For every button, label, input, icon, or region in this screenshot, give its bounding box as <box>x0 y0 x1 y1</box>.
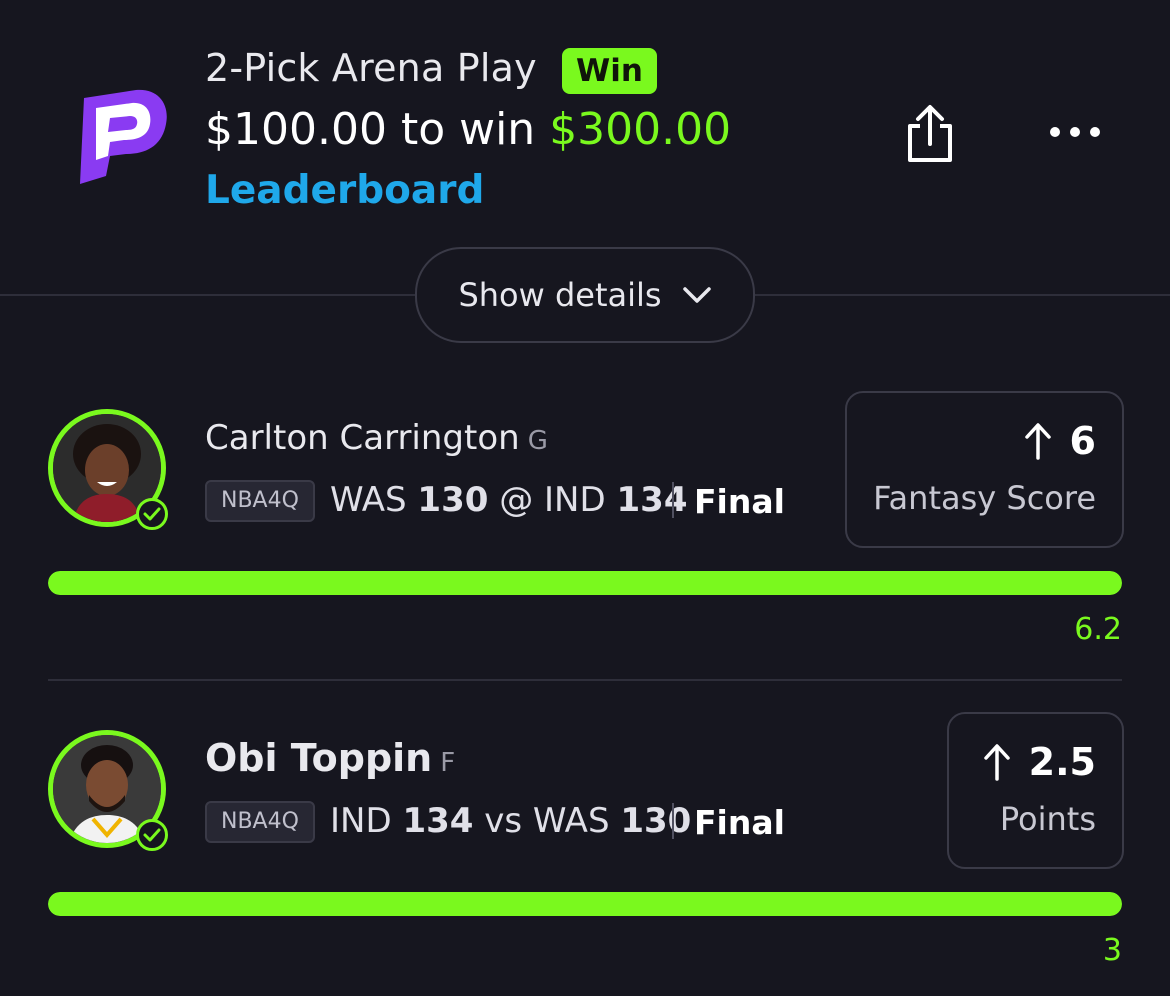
progress-bar <box>48 571 1122 595</box>
matchup-separator: @ <box>499 480 534 520</box>
stat-type: Points <box>999 800 1096 838</box>
game-status: Final <box>694 482 785 521</box>
actual-result: 6.2 <box>1074 612 1122 647</box>
projection-value: 2.5 <box>983 740 1096 784</box>
team-a: IND <box>330 801 392 841</box>
player-name-text: Obi Toppin <box>205 736 433 780</box>
progress-fill <box>48 892 1122 916</box>
score-b: 134 <box>616 480 688 520</box>
check-icon <box>136 819 168 851</box>
player-name-text: Carlton Carrington <box>205 418 520 458</box>
team-a: WAS <box>330 480 407 520</box>
wager-summary: $100.00 to win $300.00 <box>205 104 731 155</box>
game-score: IND 134 vs WAS 130 <box>330 801 691 841</box>
chevron-down-icon <box>682 287 711 303</box>
wager-text: $100.00 to win <box>205 104 550 155</box>
progress-bar <box>48 892 1122 916</box>
leaderboard-link[interactable]: Leaderboard <box>205 168 484 213</box>
projection-box: 2.5 Points <box>947 712 1124 869</box>
pick-divider <box>48 679 1122 681</box>
status-divider <box>672 482 674 518</box>
show-details-button[interactable]: Show details <box>415 247 755 343</box>
actual-result: 3 <box>1102 933 1122 968</box>
player-name: Carlton Carrington G <box>205 418 548 458</box>
game-status: Final <box>694 803 785 842</box>
player-position: F <box>440 748 456 778</box>
payout-amount: $300.00 <box>549 104 732 155</box>
player-position: G <box>527 426 548 456</box>
stat-type: Fantasy Score <box>873 479 1096 517</box>
share-icon[interactable] <box>902 104 958 164</box>
game-score: WAS 130 @ IND 134 <box>330 480 687 520</box>
team-b: IND <box>544 480 606 520</box>
arrow-up-icon <box>983 744 1010 781</box>
win-badge: Win <box>562 48 657 94</box>
team-b: WAS <box>532 801 610 841</box>
show-details-label: Show details <box>458 276 662 314</box>
projection-number: 2.5 <box>1028 740 1096 784</box>
status-divider <box>672 803 674 839</box>
projection-number: 6 <box>1069 419 1096 463</box>
check-icon <box>136 498 168 530</box>
projection-value: 6 <box>1024 419 1096 463</box>
more-options-icon[interactable] <box>1045 112 1105 152</box>
league-tag: NBA4Q <box>205 480 315 522</box>
league-tag: NBA4Q <box>205 801 315 843</box>
score-a: 134 <box>402 801 474 841</box>
progress-fill <box>48 571 1122 595</box>
player-name: Obi Toppin F <box>205 736 455 780</box>
score-b: 130 <box>620 801 692 841</box>
arrow-up-icon <box>1024 423 1051 460</box>
projection-box: 6 Fantasy Score <box>845 391 1124 548</box>
matchup-separator: vs <box>484 801 523 841</box>
prizepicks-logo <box>80 89 167 184</box>
play-title: 2-Pick Arena Play <box>205 46 537 90</box>
score-a: 130 <box>417 480 489 520</box>
